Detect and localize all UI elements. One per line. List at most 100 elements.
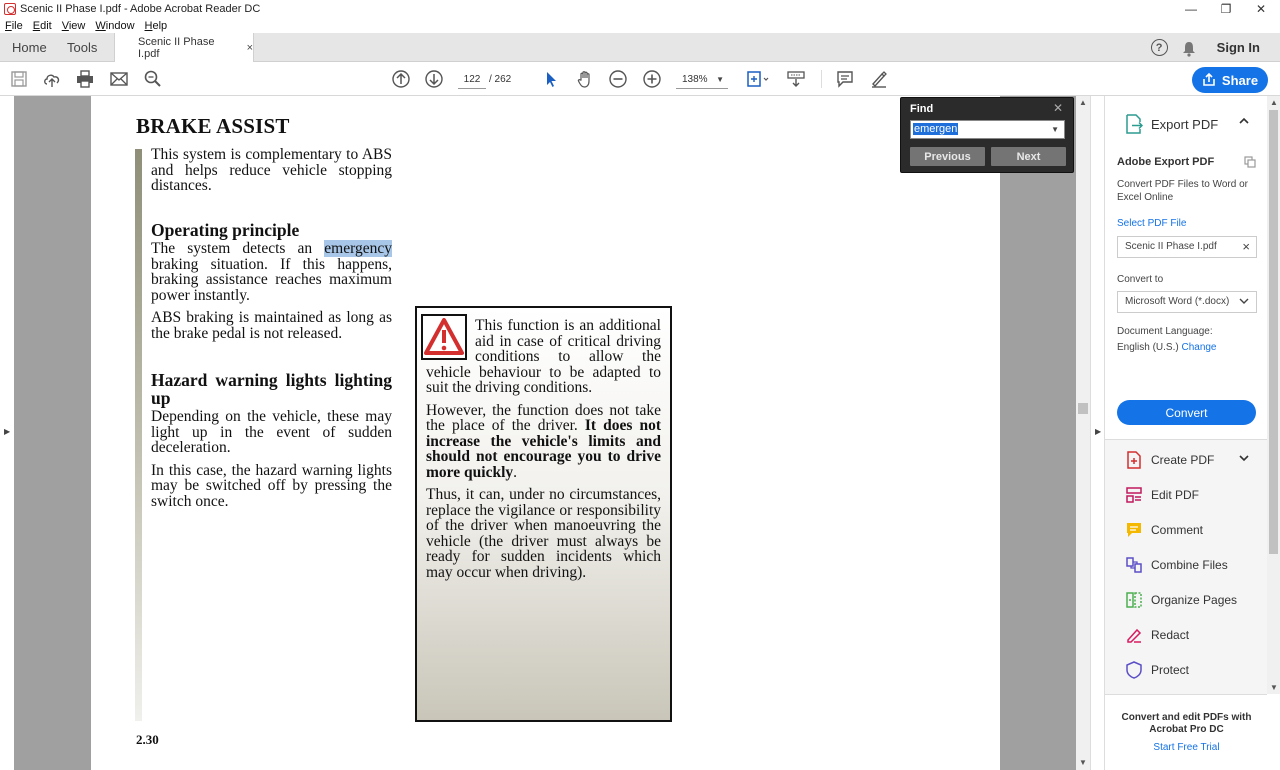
zoom-select[interactable]: 138% ▼	[676, 71, 728, 89]
start-free-trial-link[interactable]: Start Free Trial	[1105, 742, 1267, 753]
left-panel-toggle[interactable]: ▶	[0, 96, 14, 770]
chevron-down-icon[interactable]: ▼	[1051, 121, 1059, 138]
hazard-paragraph-1: Depending on the vehicle, these may ligh…	[151, 408, 392, 456]
scroll-up-icon[interactable]: ▲	[1079, 98, 1087, 107]
warning-box: This function is an additional aid in ca…	[415, 306, 672, 722]
copy-icon[interactable]	[1244, 156, 1256, 171]
tool-redact[interactable]: Redact	[1125, 625, 1189, 645]
convert-to-label: Convert to	[1117, 274, 1164, 285]
promo-title: Convert and edit PDFs with Acrobat Pro D…	[1121, 712, 1252, 735]
tool-comment[interactable]: Comment	[1125, 520, 1203, 540]
tab-close-icon[interactable]: ×	[247, 42, 253, 54]
search-icon[interactable]	[143, 69, 163, 89]
change-language-link[interactable]: Change	[1181, 342, 1216, 353]
convert-button[interactable]: Convert	[1117, 400, 1256, 425]
selected-file-name: Scenic II Phase I.pdf	[1125, 241, 1217, 252]
tool-label: Comment	[1151, 523, 1204, 537]
format-value: Microsoft Word (*.docx)	[1125, 296, 1230, 307]
selected-file-field[interactable]: Scenic II Phase I.pdf ×	[1117, 236, 1257, 258]
section-title: BRAKE ASSIST	[136, 114, 290, 138]
find-close-icon[interactable]: ✕	[1053, 101, 1063, 115]
document-viewport[interactable]: ▶ BRAKE ASSIST This system is complement…	[0, 96, 1090, 770]
notification-bell-icon[interactable]	[1182, 41, 1196, 57]
tab-document-label: Scenic II Phase I.pdf	[138, 36, 215, 60]
page-fit-icon[interactable]	[745, 69, 771, 89]
help-icon[interactable]: ?	[1150, 39, 1168, 56]
tool-protect[interactable]: Protect	[1125, 660, 1189, 680]
zoom-value: 138%	[682, 74, 708, 85]
hazard-section: Hazard warning lights lighting up Depend…	[151, 371, 392, 516]
menu-help[interactable]: Help	[145, 20, 168, 32]
find-previous-button[interactable]: Previous	[910, 147, 985, 166]
select-cursor-icon[interactable]	[541, 69, 561, 89]
left-column: This system is complementary to ABS and …	[151, 147, 392, 201]
minimize-button[interactable]: —	[1173, 0, 1209, 18]
toolbar-divider	[821, 70, 822, 88]
find-next-button[interactable]: Next	[991, 147, 1066, 166]
scroll-thumb[interactable]	[1078, 403, 1088, 414]
scroll-up-icon[interactable]: ▲	[1270, 98, 1278, 107]
print-icon[interactable]	[75, 69, 95, 89]
chevron-down-icon[interactable]	[1239, 454, 1249, 465]
menu-file[interactable]: File	[5, 20, 23, 32]
restore-button[interactable]: ❐	[1208, 0, 1244, 18]
tab-document[interactable]: Scenic II Phase I.pdf ×	[114, 33, 254, 63]
tool-combine-files[interactable]: Combine Files	[1125, 555, 1228, 575]
page-number-input[interactable]: 122	[458, 71, 486, 89]
sign-in-button[interactable]: Sign In	[1217, 40, 1260, 55]
toolbar: 122 / 262 138% ▼ Share	[0, 62, 1280, 96]
tab-tools[interactable]: Tools	[67, 33, 97, 62]
warning-triangle-icon	[421, 314, 467, 360]
scroll-down-icon[interactable]: ▼	[1270, 683, 1278, 692]
search-highlight: emergency	[324, 240, 392, 257]
menu-view[interactable]: View	[62, 20, 86, 32]
tool-edit-pdf[interactable]: Edit PDF	[1125, 485, 1199, 505]
document-language-label: Document Language:	[1117, 326, 1213, 337]
shield-icon	[1126, 661, 1142, 679]
share-button[interactable]: Share	[1192, 67, 1268, 93]
chevron-down-icon: ▼	[716, 75, 724, 84]
chevron-up-icon[interactable]	[1239, 116, 1249, 127]
save-icon[interactable]	[9, 69, 29, 89]
comment-icon[interactable]	[835, 69, 855, 89]
scroll-down-icon[interactable]: ▼	[1079, 758, 1087, 767]
comment-tool-icon	[1127, 523, 1141, 537]
highlight-pen-icon[interactable]	[869, 69, 889, 89]
right-panel-toggle[interactable]: ▶	[1090, 96, 1104, 770]
tools-pane-scrollbar[interactable]: ▲ ▼	[1267, 96, 1280, 694]
zoom-out-icon[interactable]	[608, 69, 628, 89]
hand-icon[interactable]	[575, 69, 595, 89]
scroll-thumb[interactable]	[1269, 110, 1278, 554]
tab-home[interactable]: Home	[12, 33, 47, 62]
menu-edit[interactable]: Edit	[33, 20, 52, 32]
find-label: Find	[910, 103, 934, 115]
export-pdf-header[interactable]: Export PDF	[1125, 114, 1218, 134]
tab-bar: Home Tools Scenic II Phase I.pdf × ? Sig…	[0, 33, 1280, 63]
email-icon[interactable]	[109, 69, 129, 89]
tool-organize-pages[interactable]: Organize Pages	[1125, 590, 1237, 610]
expand-left-icon: ▶	[4, 427, 11, 436]
margin-bar	[135, 149, 142, 721]
upload-icon[interactable]	[42, 69, 62, 89]
document-scrollbar[interactable]: ▲ ▼	[1076, 96, 1090, 770]
redact-icon	[1127, 628, 1142, 643]
page-down-icon[interactable]	[424, 69, 444, 89]
close-window-button[interactable]: ✕	[1243, 0, 1279, 18]
select-pdf-file-link[interactable]: Select PDF File	[1117, 218, 1186, 229]
warning-paragraph-2: However, the function does not take the …	[426, 401, 661, 481]
export-description: Convert PDF Files to Word or Excel Onlin…	[1117, 179, 1248, 203]
zoom-in-icon[interactable]	[642, 69, 662, 89]
remove-file-icon[interactable]: ×	[1242, 237, 1250, 257]
share-icon	[1203, 73, 1215, 86]
scroll-mode-icon[interactable]	[786, 69, 806, 89]
intro-paragraph: This system is complementary to ABS and …	[151, 146, 392, 194]
tool-label: Protect	[1151, 663, 1190, 677]
tool-create-pdf[interactable]: Create PDF	[1125, 450, 1214, 470]
menu-window[interactable]: Window	[95, 20, 134, 32]
create-pdf-icon	[1127, 451, 1141, 469]
find-dialog: Find ✕ emergen ▼ Previous Next	[900, 97, 1074, 173]
page-up-icon[interactable]	[391, 69, 411, 89]
format-select[interactable]: Microsoft Word (*.docx)	[1117, 291, 1257, 313]
find-input[interactable]: emergen ▼	[910, 120, 1065, 139]
menu-bar: File Edit View Window Help	[0, 18, 1280, 33]
